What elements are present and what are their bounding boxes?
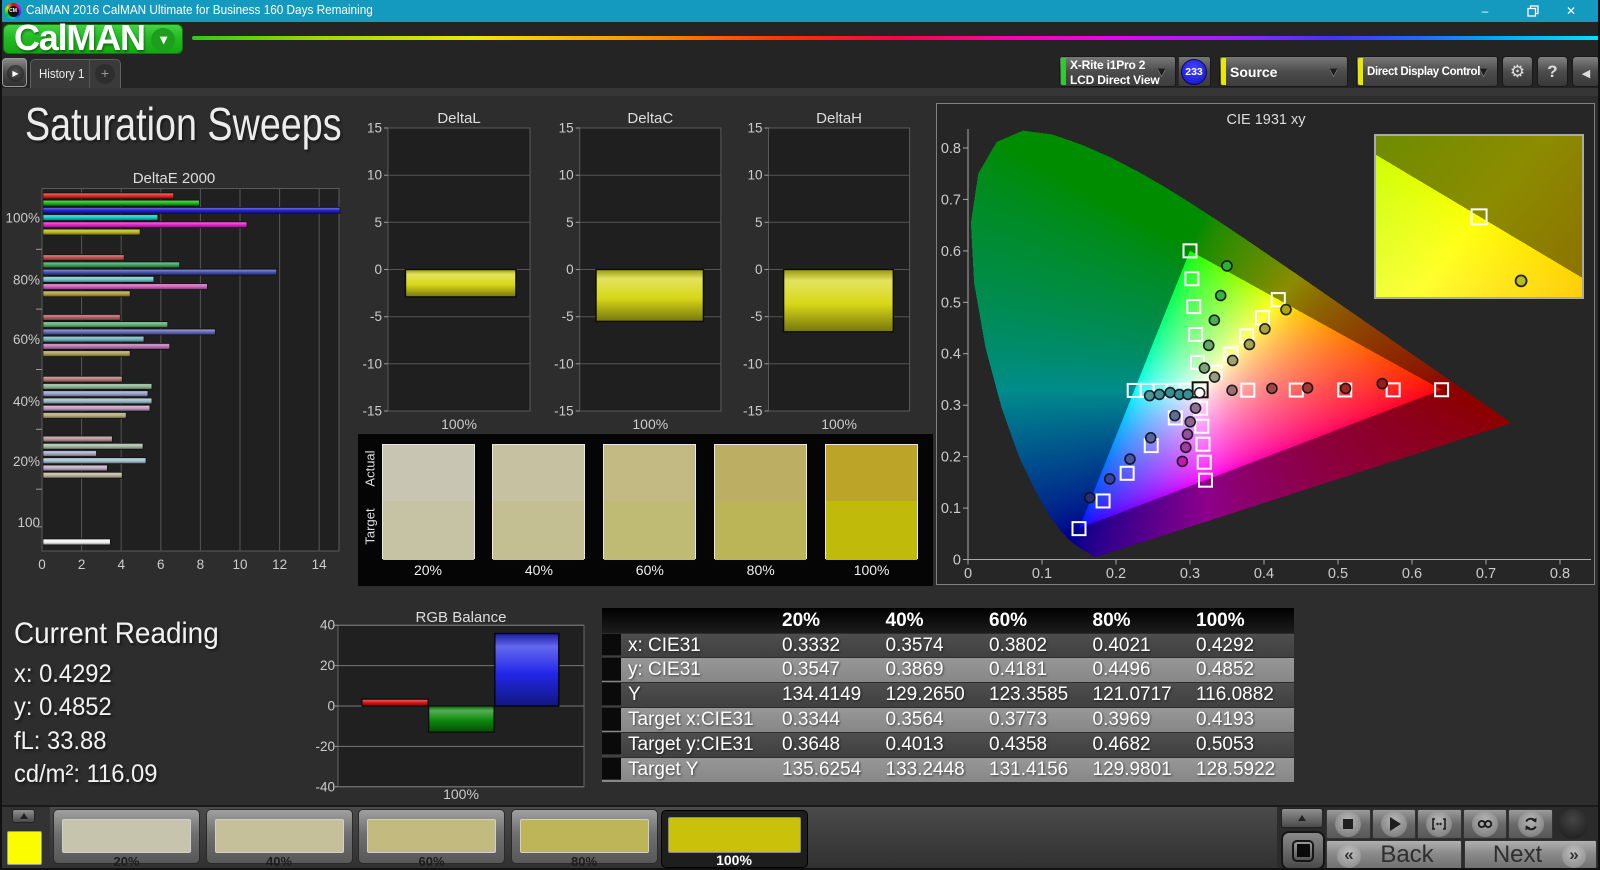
svg-text:0.6: 0.6 (941, 244, 961, 260)
svg-text:0: 0 (374, 262, 382, 277)
svg-text:15: 15 (559, 121, 574, 136)
svg-text:0.2: 0.2 (1106, 566, 1126, 582)
svg-text:5: 5 (755, 215, 763, 230)
svg-text:80%: 80% (13, 272, 40, 287)
svg-text:0.4: 0.4 (941, 347, 961, 363)
svg-text:-15: -15 (362, 404, 382, 419)
svg-text:0.8: 0.8 (941, 141, 961, 157)
svg-text:10: 10 (559, 168, 574, 183)
svg-text:15: 15 (367, 121, 382, 136)
svg-text:0: 0 (964, 566, 972, 582)
svg-text:0.8: 0.8 (1550, 566, 1570, 582)
svg-text:100%: 100% (441, 416, 477, 432)
svg-text:0.7: 0.7 (1476, 566, 1496, 582)
svg-text:10: 10 (232, 557, 247, 572)
svg-text:-10: -10 (743, 356, 763, 371)
svg-text:100%: 100% (821, 416, 857, 432)
svg-text:-15: -15 (743, 404, 763, 419)
svg-text:DeltaH: DeltaH (816, 110, 862, 127)
svg-text:CIE 1931 xy: CIE 1931 xy (1227, 112, 1307, 128)
svg-text:-40: -40 (315, 779, 335, 794)
svg-text:5: 5 (566, 215, 574, 230)
svg-text:-5: -5 (562, 309, 574, 324)
svg-text:0.3: 0.3 (1180, 566, 1200, 582)
svg-text:0: 0 (953, 553, 961, 569)
svg-text:0.3: 0.3 (941, 398, 961, 414)
svg-text:8: 8 (197, 557, 205, 572)
svg-text:15: 15 (747, 121, 762, 136)
svg-text:60%: 60% (13, 332, 40, 347)
svg-text:DeltaE 2000: DeltaE 2000 (133, 170, 216, 187)
svg-text:-5: -5 (750, 309, 762, 324)
svg-text:-20: -20 (315, 739, 335, 754)
svg-text:0.2: 0.2 (941, 450, 961, 466)
svg-text:12: 12 (272, 557, 287, 572)
svg-text:100%: 100% (443, 786, 479, 802)
svg-text:0.1: 0.1 (1032, 566, 1052, 582)
svg-text:100: 100 (17, 515, 40, 530)
svg-text:40%: 40% (13, 394, 40, 409)
svg-text:0: 0 (327, 699, 335, 714)
svg-text:10: 10 (367, 168, 382, 183)
svg-text:0: 0 (755, 262, 763, 277)
svg-text:5: 5 (374, 215, 382, 230)
svg-text:100%: 100% (632, 416, 668, 432)
svg-text:RGB Balance: RGB Balance (416, 609, 507, 626)
svg-text:0.6: 0.6 (1402, 566, 1422, 582)
svg-text:0.5: 0.5 (1328, 566, 1348, 582)
svg-text:0.1: 0.1 (941, 501, 961, 517)
svg-text:DeltaC: DeltaC (627, 110, 673, 127)
svg-text:0: 0 (566, 262, 574, 277)
svg-text:40: 40 (320, 618, 335, 633)
svg-text:20: 20 (320, 658, 335, 673)
svg-text:-5: -5 (370, 309, 382, 324)
svg-text:0.4: 0.4 (1254, 566, 1274, 582)
svg-text:DeltaL: DeltaL (437, 110, 480, 127)
svg-text:14: 14 (312, 557, 328, 572)
svg-text:4: 4 (117, 557, 125, 572)
svg-text:0.5: 0.5 (941, 295, 961, 311)
svg-text:2: 2 (78, 557, 86, 572)
svg-text:-15: -15 (554, 404, 574, 419)
svg-text:-10: -10 (554, 356, 574, 371)
svg-text:-10: -10 (362, 356, 382, 371)
svg-text:0.7: 0.7 (941, 192, 961, 208)
svg-text:20%: 20% (13, 454, 40, 469)
svg-text:0: 0 (38, 557, 46, 572)
svg-text:6: 6 (157, 557, 165, 572)
svg-text:10: 10 (747, 168, 762, 183)
svg-text:100%: 100% (5, 211, 40, 226)
